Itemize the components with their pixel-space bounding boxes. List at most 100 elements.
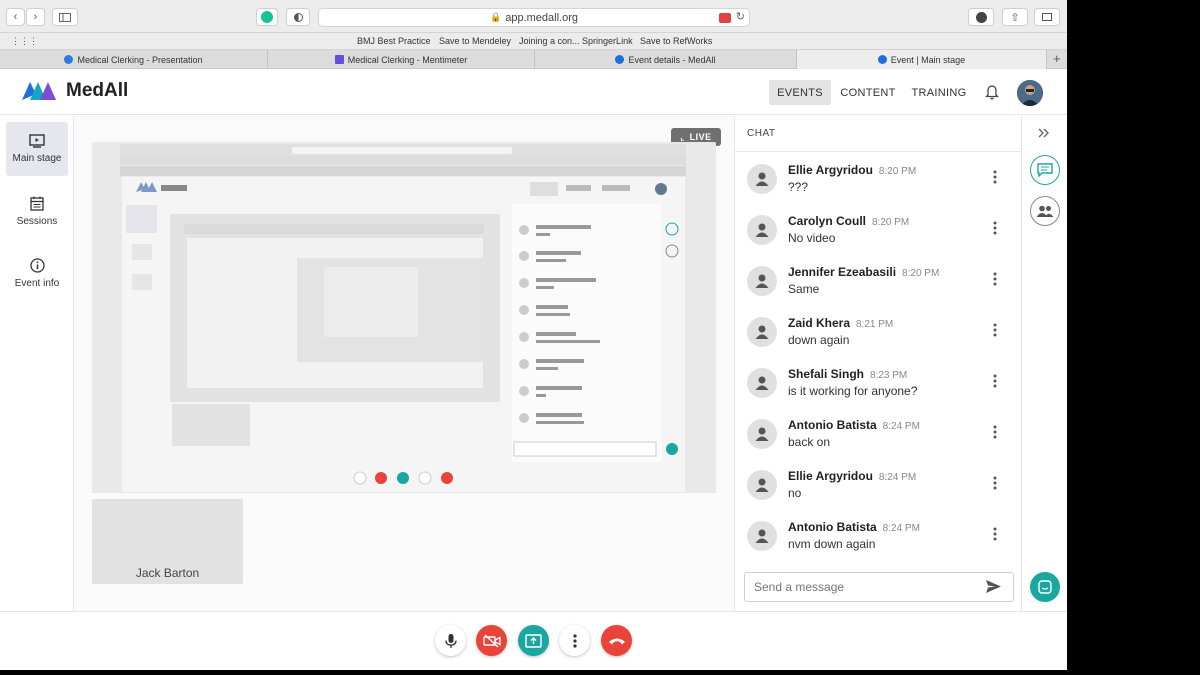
participant-tile[interactable]: Jack Barton — [92, 499, 243, 584]
extension-icon[interactable] — [719, 13, 731, 23]
bookmark-item[interactable]: Save to Mendeley — [439, 36, 511, 46]
avatar — [747, 470, 777, 500]
camera-off-button[interactable] — [476, 625, 507, 656]
message-text: ??? — [788, 180, 809, 194]
more-options-button[interactable] — [559, 625, 590, 656]
chat-message: Ellie Argyridou 8:24 PM no — [735, 462, 1023, 513]
downloads-button[interactable] — [968, 8, 994, 26]
browser-tab-active[interactable]: Event | Main stage — [797, 50, 1047, 69]
reload-icon[interactable]: ↻ — [736, 10, 745, 23]
screen-share-view — [92, 142, 716, 493]
share-button[interactable]: ⇧ — [1002, 8, 1028, 26]
chat-message: Antonio Batista 8:24 PM nvm down again — [735, 513, 1023, 564]
message-text: nvm down again — [788, 537, 876, 551]
more-options-icon[interactable] — [993, 221, 997, 235]
microphone-icon — [444, 633, 457, 648]
nav-events[interactable]: EVENTS — [769, 80, 831, 105]
message-author: Carolyn Coull 8:20 PM — [788, 214, 910, 228]
video-off-icon — [482, 633, 501, 648]
message-time: 8:20 PM — [902, 268, 940, 279]
message-author: Ellie Argyridou 8:20 PM — [788, 163, 917, 177]
message-time: 8:20 PM — [878, 166, 917, 177]
browser-toolbar: ‹ › 🔒 app.medall.org ↻ ⇧ — [0, 0, 1067, 33]
more-options-icon[interactable] — [993, 272, 997, 286]
bookmark-item[interactable]: Joining a con... SpringerLink — [519, 36, 633, 46]
privacy-extension-button[interactable] — [286, 8, 310, 26]
more-options-icon[interactable] — [993, 170, 997, 184]
avatar[interactable] — [1017, 80, 1043, 106]
call-controls — [0, 611, 1067, 670]
chat-message: Carolyn Coull 8:20 PM No video — [735, 207, 1023, 258]
microphone-button[interactable] — [435, 625, 466, 656]
message-author: Antonio Batista 8:24 PM — [788, 520, 920, 534]
nav-training[interactable]: TRAINING — [908, 80, 970, 105]
message-text: no — [788, 486, 802, 500]
chat-message-input[interactable] — [744, 572, 1014, 602]
chat-toggle-button[interactable] — [1030, 155, 1060, 185]
chat-panel: CHAT Ellie Argyridou 8:20 PM ??? Carolyn … — [734, 116, 1023, 611]
send-icon[interactable] — [985, 579, 1002, 594]
avatar — [747, 215, 777, 245]
more-options-icon[interactable] — [993, 476, 997, 490]
bell-icon[interactable] — [985, 85, 999, 100]
favicon-icon — [334, 55, 344, 64]
bookmarks-bar: ⋮⋮⋮ BMJ Best Practice Save to Mendeley J… — [0, 33, 1067, 50]
medall-logo-icon — [22, 82, 56, 100]
participant-name: Jack Barton — [135, 566, 200, 580]
share-screen-button[interactable] — [518, 625, 549, 656]
favicon-icon — [615, 55, 625, 64]
avatar — [747, 164, 777, 194]
screen-share-icon — [525, 633, 542, 648]
sidebar-item-main-stage[interactable]: Main stage — [6, 122, 68, 176]
new-tab-icon[interactable]: + — [1053, 51, 1061, 66]
shield-icon — [293, 12, 303, 22]
more-options-icon[interactable] — [993, 425, 997, 439]
more-options-icon[interactable] — [993, 527, 997, 541]
message-author: Jennifer Ezeabasili 8:20 PM — [788, 265, 940, 279]
brand-logo[interactable]: MedAll — [20, 78, 128, 104]
user-icon — [755, 172, 769, 186]
tab-overview-button[interactable] — [1034, 8, 1060, 26]
sidebar-item-label: Sessions — [16, 215, 58, 227]
lock-icon: 🔒 — [490, 12, 502, 22]
sidebar-toggle-button[interactable] — [52, 8, 78, 26]
screen-share-content — [92, 142, 716, 493]
browser-tab[interactable]: Event details - MedAll — [535, 50, 797, 69]
browser-tab[interactable]: Medical Clerking - Presentation — [0, 50, 268, 69]
chat-message: Antonio Batista 8:24 PM back on — [735, 411, 1023, 462]
bookmark-item[interactable]: BMJ Best Practice — [357, 36, 431, 46]
browser-tab[interactable]: Medical Clerking - Mentimeter — [268, 50, 535, 69]
sidebar-item-event-info[interactable]: Event info — [6, 246, 68, 300]
back-button[interactable]: ‹ — [6, 8, 25, 26]
support-chat-button[interactable] — [1030, 572, 1060, 602]
avatar — [747, 419, 777, 449]
avatar — [747, 266, 777, 296]
user-icon — [755, 427, 769, 441]
grid-icon[interactable]: ⋮⋮⋮ — [11, 36, 38, 47]
message-text: is it working for anyone? — [788, 384, 918, 398]
more-options-icon — [572, 633, 577, 648]
grammarly-extension-button[interactable] — [256, 8, 278, 26]
favicon-icon — [64, 55, 74, 64]
avatar — [747, 521, 777, 551]
message-author: Shefali Singh 8:23 PM — [788, 367, 908, 381]
address-bar[interactable]: 🔒 app.medall.org ↻ — [318, 8, 750, 27]
more-options-icon[interactable] — [993, 374, 997, 388]
sidebar-item-sessions[interactable]: Sessions — [6, 184, 68, 238]
user-icon — [755, 325, 769, 339]
browser-tabs: Medical Clerking - Presentation Medical … — [0, 50, 1067, 69]
participants-toggle-button[interactable] — [1030, 196, 1060, 226]
forward-button[interactable]: › — [26, 8, 45, 26]
brand-name: MedAll — [66, 80, 129, 101]
tabs-icon — [1042, 13, 1052, 21]
message-author: Ellie Argyridou 8:24 PM — [788, 469, 917, 483]
end-call-button[interactable] — [601, 625, 632, 656]
collapse-icon[interactable] — [1038, 128, 1050, 138]
nav-content[interactable]: CONTENT — [836, 80, 900, 105]
right-rail — [1022, 116, 1067, 611]
more-options-icon[interactable] — [993, 323, 997, 337]
bookmark-item[interactable]: Save to RefWorks — [640, 36, 712, 46]
people-icon — [1036, 205, 1054, 217]
tab-label: Medical Clerking - Presentation — [77, 54, 203, 65]
chat-message: Ellie Argyridou 8:20 PM ??? — [735, 156, 1023, 207]
